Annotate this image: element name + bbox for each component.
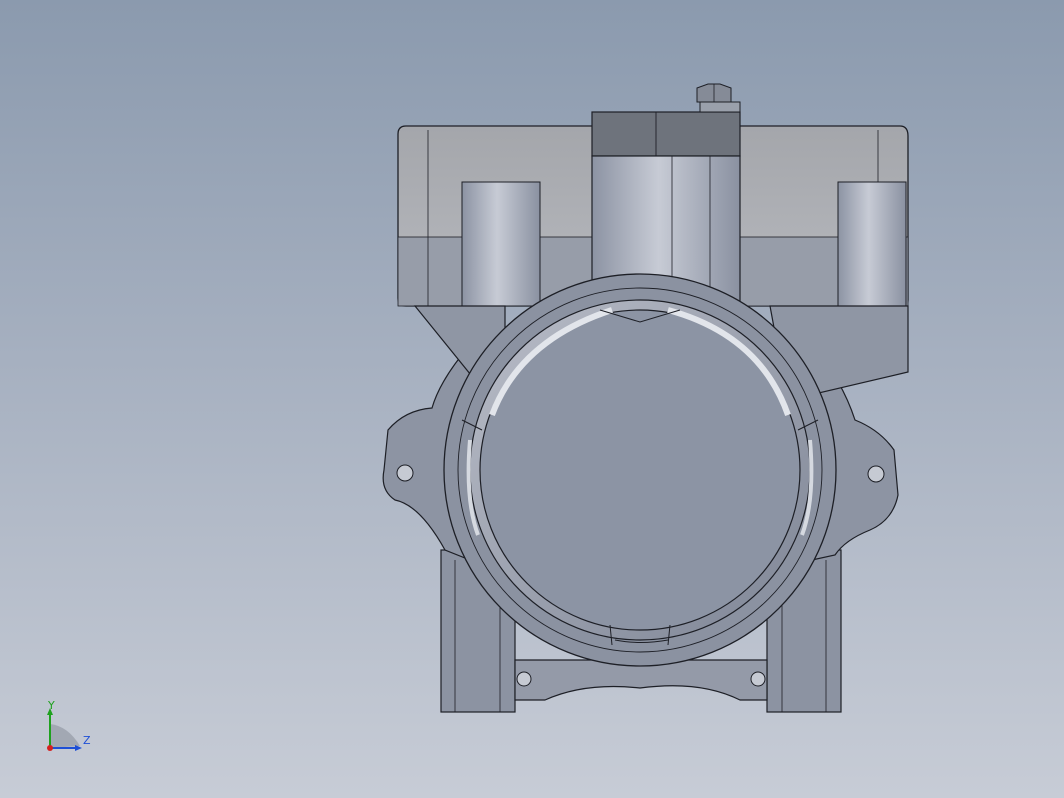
coordinate-triad: Y Z (38, 698, 98, 758)
right-ear-hole (867, 465, 885, 483)
main-drum (443, 273, 837, 667)
triad-graphic (47, 708, 82, 751)
housing-model[interactable] (0, 0, 1064, 798)
y-axis-label: Y (48, 699, 55, 712)
bottom-right-hole (750, 671, 766, 687)
bottom-left-hole (516, 671, 532, 687)
left-ear-hole (396, 464, 414, 482)
z-axis-label: Z (83, 734, 91, 747)
top-bolt (696, 83, 741, 113)
graphics-viewport[interactable]: Y Z (0, 0, 1064, 798)
